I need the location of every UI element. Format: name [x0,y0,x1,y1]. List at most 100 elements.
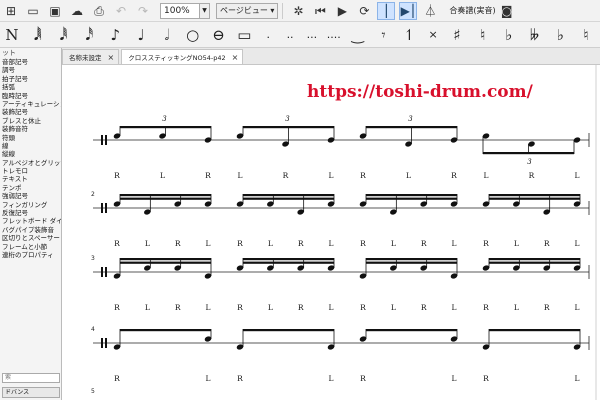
new-file-icon[interactable]: ⊞ [2,2,20,20]
zoom-field[interactable]: 100% [160,2,200,19]
score-tab-bar: 名称未設定 × クロススティッキングNO54-p42 × [62,48,600,65]
beam [489,329,580,332]
watermark-url: https://toshi-drum.com/ [307,82,533,102]
double-flat-accidental-icon[interactable]: 𝄫 [523,24,547,46]
view-mode-select[interactable]: ページビュー ▾ [216,2,279,19]
palette-item[interactable]: テキスト [0,175,61,183]
beam [366,261,457,264]
whole-note-icon[interactable]: ○ [181,24,205,46]
open-folder-icon[interactable]: ▭ [24,2,42,20]
palette-item[interactable]: 反復記号 [0,209,61,217]
palette-item[interactable]: フィンガリング [0,201,61,209]
sticking-label: R [544,303,550,312]
measure-number: 3 [91,255,95,262]
longa-icon[interactable]: ▭ [232,24,256,46]
workspace-select[interactable]: ドバンス [2,387,60,398]
loop-icon[interactable]: ⟳ [355,2,373,20]
metronome-icon[interactable]: ⏃ [421,2,439,20]
palette-item[interactable]: 拍子記号 [0,75,61,83]
16th-note-icon[interactable]: 𝅘𝅥𝅰 [77,24,101,46]
sticking-label: L [514,303,519,312]
palette-item[interactable]: 連桁のプロパティ [0,251,61,259]
mixer-icon[interactable]: ✲ [289,2,307,20]
measure-number: 2 [91,191,95,198]
palette-item[interactable]: アーティキュレーション [0,100,61,108]
main-toolbar: ⊞ ▭ ▣ ☁ ⎙ ↶ ↷ 100% ▼ ページビュー ▾ ✲ ⏮ ▶ ⟳ ⎮ … [0,0,600,22]
palette-item[interactable]: トレモロ [0,167,61,175]
percussion-clef [101,135,103,145]
triple-dot-icon[interactable]: ... [302,24,322,46]
natural-icon[interactable]: ♮ [471,24,495,46]
save-icon[interactable]: ▣ [46,2,64,20]
play-icon[interactable]: ▶ [333,2,351,20]
sticking-label: R [360,171,366,180]
double-dot-icon[interactable]: .. [280,24,300,46]
flip-direction-icon[interactable]: ↿ [397,24,421,46]
tuplet-number: 3 [162,115,167,123]
beam [366,126,457,129]
loop-in-icon[interactable]: ⎮ [377,1,396,20]
half-note-icon[interactable]: 𝅗𝅥 [155,24,179,46]
sticking-label: R [483,239,489,248]
voice-2-icon[interactable]: ♮ [574,24,598,46]
concert-pitch-toggle[interactable]: 合奏譜(実音) [449,5,495,16]
breve-icon[interactable]: ⊖ [207,24,231,46]
beam [243,126,334,129]
palette-item[interactable]: 線 [0,142,61,150]
quadruple-dot-icon[interactable]: .... [324,24,344,46]
close-icon[interactable]: × [108,53,115,62]
tab-untitled[interactable]: 名称未設定 × [62,49,120,64]
eighth-note-icon[interactable]: ♪ [103,24,127,46]
redo-icon[interactable]: ↷ [134,2,152,20]
beam [120,197,211,200]
note-input-mode-icon[interactable]: N [0,24,24,46]
rewind-icon[interactable]: ⏮ [311,2,329,20]
palette-item[interactable]: フレットボード ダイアグラム [0,217,61,225]
close-icon[interactable]: × [232,53,239,62]
64th-note-icon[interactable]: 𝅘𝅥𝅲 [26,24,50,46]
palette-item[interactable]: アルペジオとグリッサンド [0,159,61,167]
quarter-note-icon[interactable]: ♩ [129,24,153,46]
flat-icon[interactable]: ♭ [497,24,521,46]
palette-item[interactable]: 縦線 [0,150,61,158]
palette-item[interactable]: 強弱記号 [0,192,61,200]
sticking-label: L [206,239,211,248]
sharp-icon[interactable]: ♯ [445,24,469,46]
zoom-dropdown-arrow[interactable]: ▼ [200,2,210,19]
percussion-clef [101,203,103,213]
beam [243,329,334,332]
loop-out-icon[interactable]: ▶⎮ [399,1,418,20]
score-canvas[interactable]: 3 3 3 3 R L R L R L R L R L R L 2 R L R L R L R L R L R L R L R L 3 R L R L R L… [62,65,600,400]
undo-icon[interactable]: ↶ [112,2,130,20]
palette-title: ット [2,49,16,57]
beam [489,258,580,261]
palette-item[interactable]: 調号 [0,66,61,74]
palette-item[interactable]: ブレスと休止 [0,117,61,125]
palette-search-input[interactable]: 索 [2,373,60,383]
palette-item[interactable]: 符頭 [0,134,61,142]
beam [120,194,211,197]
beam [243,261,334,264]
double-flat-icon[interactable]: × [423,24,443,46]
rest-icon[interactable]: 𝄾 [372,24,396,46]
tab-cross-sticking[interactable]: クロススティッキングNO54-p42 × [121,49,244,64]
palette-item[interactable]: フレームと小節 [0,243,61,251]
sticking-label: R [360,374,366,383]
palette-item[interactable]: 装飾記号 [0,108,61,116]
palette-item[interactable]: 区切りとスペーサー [0,234,61,242]
augmentation-dot-icon[interactable]: . [258,24,278,46]
voice-1-icon[interactable]: ♭ [548,24,572,46]
palette-item[interactable]: テンポ [0,184,61,192]
palette-item[interactable]: 音部記号 [0,58,61,66]
32nd-note-icon[interactable]: 𝅘𝅥𝅱 [52,24,76,46]
tuplet-number: 3 [285,115,290,123]
print-icon[interactable]: ⎙ [90,2,108,20]
tie-icon[interactable]: ‿ [346,24,370,46]
palette-item[interactable]: 装飾音符 [0,125,61,133]
camera-icon[interactable]: ◙ [498,2,516,20]
palette-item[interactable]: 臨時記号 [0,92,61,100]
palette-item[interactable]: 括弧 [0,83,61,91]
cloud-upload-icon[interactable]: ☁ [68,2,86,20]
palette-item[interactable]: バグパイプ装飾音 [0,226,61,234]
sticking-label: R [298,239,304,248]
